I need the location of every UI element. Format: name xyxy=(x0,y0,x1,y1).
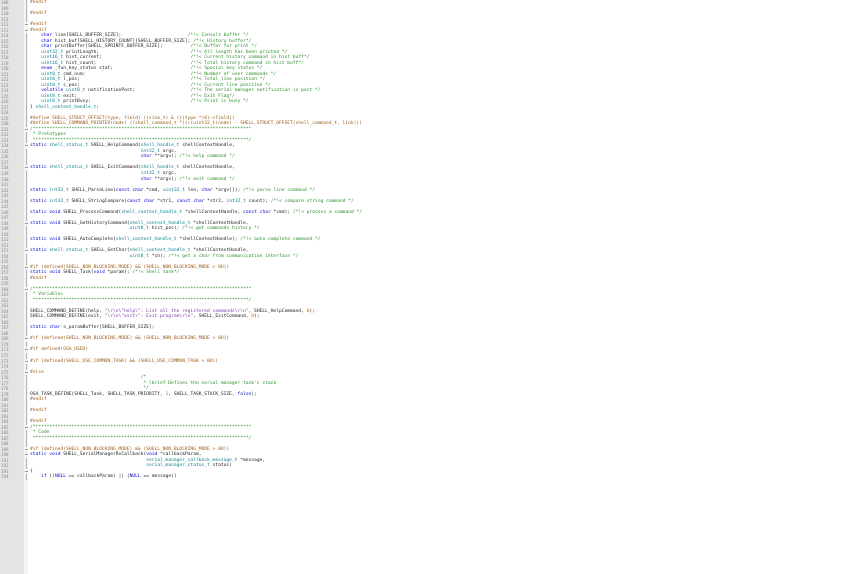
code-text: if ((NULL == callbackParam) || (NULL == … xyxy=(41,474,177,480)
code-editor[interactable]: 108 #endif 109 110 #endif 111 112 #endif 113 #end… xyxy=(0,0,850,574)
code-line[interactable]: 194 if ((NULL == callbackParam) || (NULL… xyxy=(0,474,850,480)
line-number: 194 xyxy=(1,474,9,480)
code-text-area[interactable]: 108 #endif 109 110 #endif 111 112 #endif 113 #end… xyxy=(0,0,850,574)
fold-guide xyxy=(25,474,28,480)
